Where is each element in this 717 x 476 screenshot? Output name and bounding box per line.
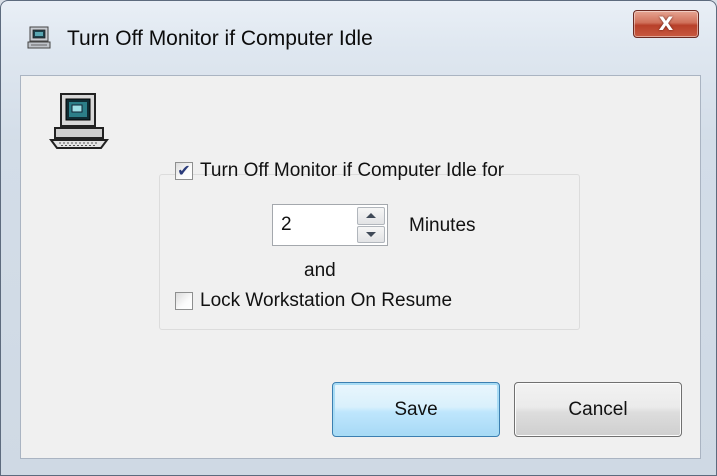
turn-off-option[interactable]: ✔ Turn Off Monitor if Computer Idle for [175,160,504,182]
turn-off-label: Turn Off Monitor if Computer Idle for [200,160,505,181]
window-title: Turn Off Monitor if Computer Idle [67,27,373,50]
checkmark-icon: ✔ [177,161,191,180]
lock-workstation-checkbox[interactable] [175,292,193,310]
idle-minutes-stepper[interactable]: 2 [272,204,388,246]
arrow-down-icon [366,231,376,237]
cancel-button[interactable]: Cancel [514,382,682,437]
and-label: and [304,260,336,281]
lock-option[interactable]: Lock Workstation On Resume [175,290,452,312]
dialog-window: Turn Off Monitor if Computer Idle X ✔ Tu… [0,0,717,476]
computer-icon [49,93,109,149]
title-bar[interactable]: Turn Off Monitor if Computer Idle X [1,1,716,75]
turn-off-checkbox[interactable]: ✔ [175,162,193,180]
close-button[interactable]: X [633,10,699,38]
save-button[interactable]: Save [332,382,500,437]
dialog-content: ✔ Turn Off Monitor if Computer Idle for … [20,75,701,459]
monitor-icon [27,26,51,49]
close-icon: X [658,13,674,35]
minutes-label: Minutes [409,215,476,236]
decrement-button[interactable] [357,225,385,243]
arrow-up-icon [366,213,376,219]
spin-buttons [357,207,385,243]
idle-minutes-input[interactable]: 2 [281,214,292,236]
lock-workstation-label: Lock Workstation On Resume [200,290,453,311]
increment-button[interactable] [357,207,385,225]
